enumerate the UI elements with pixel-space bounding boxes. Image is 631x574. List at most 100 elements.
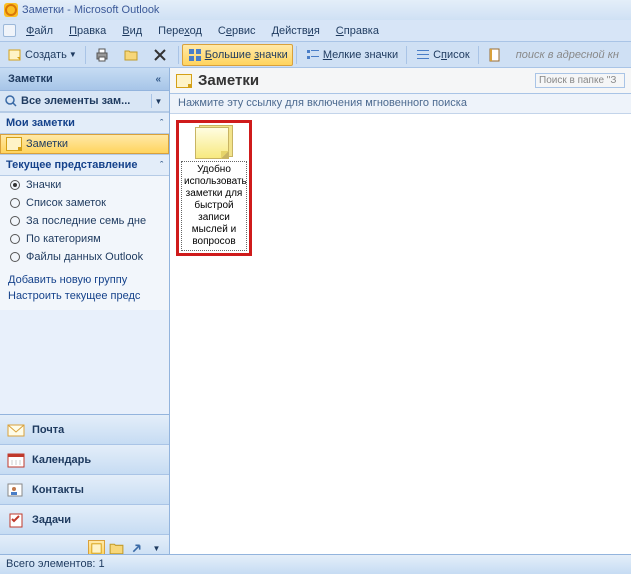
menu-go[interactable]: Переход: [150, 22, 210, 40]
delete-icon: [152, 47, 168, 63]
titlebar: Заметки - Microsoft Outlook: [0, 0, 631, 20]
calendar-icon: [6, 451, 26, 469]
nav-mail[interactable]: Почта: [0, 415, 169, 445]
filter-label: Все элементы зам...: [21, 95, 149, 107]
collapse-chevron-icon[interactable]: «: [155, 74, 161, 85]
view-option-datafiles[interactable]: Файлы данных Outlook: [0, 248, 169, 266]
view-option-list[interactable]: Список заметок: [0, 194, 169, 212]
large-icons-label: Большие значки: [205, 49, 288, 61]
address-book-button[interactable]: [482, 44, 510, 66]
nav-pane-header: Заметки «: [0, 68, 169, 91]
print-icon: [94, 47, 110, 63]
my-notes-body: Заметки: [0, 134, 169, 154]
window-title: Заметки - Microsoft Outlook: [22, 4, 159, 16]
filter-dropdown[interactable]: Все элементы зам... ▼: [0, 91, 169, 112]
separator: [178, 46, 179, 64]
outlook-logo-icon: [4, 3, 18, 17]
body: Заметки « Все элементы зам... ▼ Мои заме…: [0, 68, 631, 561]
nav-mail-label: Почта: [32, 424, 64, 436]
sidebar-links: Добавить новую группу Настроить текущее …: [0, 266, 169, 310]
nav-tasks-label: Задачи: [32, 514, 71, 526]
instant-search-link[interactable]: Нажмите эту ссылку для включения мгновен…: [170, 94, 631, 114]
address-book-icon: [487, 47, 503, 63]
list-icon: [415, 47, 431, 63]
tasks-icon: [6, 511, 26, 529]
sidebar-item-notes[interactable]: Заметки: [0, 134, 169, 154]
address-search[interactable]: поиск в адресной кн: [511, 44, 629, 66]
note-item[interactable]: Удобно использовать заметки для быстрой …: [176, 120, 252, 256]
mail-icon: [6, 421, 26, 439]
menubar: ФФайлайл Правка Вид Переход Сервис Дейст…: [0, 20, 631, 42]
move-button[interactable]: [118, 44, 146, 66]
radio-icon: [10, 234, 20, 244]
collapse-icon: ˆ: [160, 118, 163, 128]
note-text: Удобно использовать заметки для быстрой …: [181, 161, 247, 251]
navigation-pane: Заметки « Все элементы зам... ▼ Мои заме…: [0, 68, 170, 561]
contacts-icon: [6, 481, 26, 499]
menu-edit[interactable]: Правка: [61, 22, 114, 40]
view-option-category[interactable]: По категориям: [0, 230, 169, 248]
notes-label: Заметки: [26, 138, 68, 150]
search-icon: [4, 94, 18, 108]
nav-calendar-label: Календарь: [32, 454, 91, 466]
sidebar-spacer: [0, 310, 169, 414]
radio-icon: [10, 198, 20, 208]
status-bar: Всего элементов: 1: [0, 554, 631, 574]
separator: [296, 46, 297, 64]
dropdown-icon: ▼: [69, 50, 77, 59]
radio-icon: [10, 252, 20, 262]
address-search-placeholder: поиск в адресной кн: [516, 49, 619, 61]
my-notes-label: Мои заметки: [6, 117, 75, 129]
menu-help[interactable]: Справка: [328, 22, 387, 40]
new-button[interactable]: Создать ▼: [2, 44, 82, 66]
menu-actions[interactable]: Действия: [264, 22, 328, 40]
small-icons-button[interactable]: Мелкие значки: [300, 44, 403, 66]
nav-tasks[interactable]: Задачи: [0, 505, 169, 535]
nav-buttons: Почта Календарь Контакты Задачи ▼: [0, 414, 169, 561]
folder-title: Заметки: [198, 72, 529, 89]
radio-icon: [10, 216, 20, 226]
nav-pane-title: Заметки: [8, 73, 53, 85]
toolbar: Создать ▼ Большие значки Мелкие значки С…: [0, 42, 631, 68]
current-view-header[interactable]: Текущее представление ˆ: [0, 154, 169, 176]
list-label: Список: [433, 49, 470, 61]
items-area: Удобно использовать заметки для быстрой …: [170, 114, 631, 561]
new-note-icon: [7, 47, 23, 63]
small-icons-icon: [305, 47, 321, 63]
current-view-body: Значки Список заметок За последние семь …: [0, 176, 169, 266]
note-icon: [176, 74, 192, 88]
nav-contacts[interactable]: Контакты: [0, 475, 169, 505]
nav-contacts-label: Контакты: [32, 484, 84, 496]
menu-file[interactable]: ФФайлайл: [18, 22, 61, 40]
large-icons-button[interactable]: Большие значки: [182, 44, 293, 66]
folder-header: Заметки Поиск в папке "З: [170, 68, 631, 94]
main-area: Заметки Поиск в папке "З Нажмите эту ссы…: [170, 68, 631, 561]
nav-calendar[interactable]: Календарь: [0, 445, 169, 475]
new-button-label: Создать: [25, 49, 67, 61]
sticky-note-icon: [195, 125, 233, 159]
large-icons-icon: [187, 47, 203, 63]
chevron-down-icon[interactable]: ▼: [151, 94, 165, 108]
list-button[interactable]: Список: [410, 44, 475, 66]
separator: [85, 46, 86, 64]
view-option-last7[interactable]: За последние семь дне: [0, 212, 169, 230]
current-view-label: Текущее представление: [6, 159, 138, 171]
my-notes-header[interactable]: Мои заметки ˆ: [0, 112, 169, 134]
office-button-icon[interactable]: [3, 24, 16, 37]
view-option-icons[interactable]: Значки: [0, 176, 169, 194]
item-count: Всего элементов: 1: [6, 558, 105, 570]
small-icons-label: Мелкие значки: [323, 49, 398, 61]
separator: [478, 46, 479, 64]
link-add-group[interactable]: Добавить новую группу: [8, 272, 161, 288]
collapse-icon: ˆ: [160, 160, 163, 170]
note-icon: [6, 137, 22, 151]
folder-search-input[interactable]: Поиск в папке "З: [535, 73, 625, 88]
radio-icon: [10, 180, 20, 190]
menu-tools[interactable]: Сервис: [210, 22, 264, 40]
link-customize-view[interactable]: Настроить текущее предс: [8, 288, 161, 304]
delete-button[interactable]: [147, 44, 175, 66]
separator: [406, 46, 407, 64]
print-button[interactable]: [89, 44, 117, 66]
folder-move-icon: [123, 47, 139, 63]
menu-view[interactable]: Вид: [114, 22, 150, 40]
